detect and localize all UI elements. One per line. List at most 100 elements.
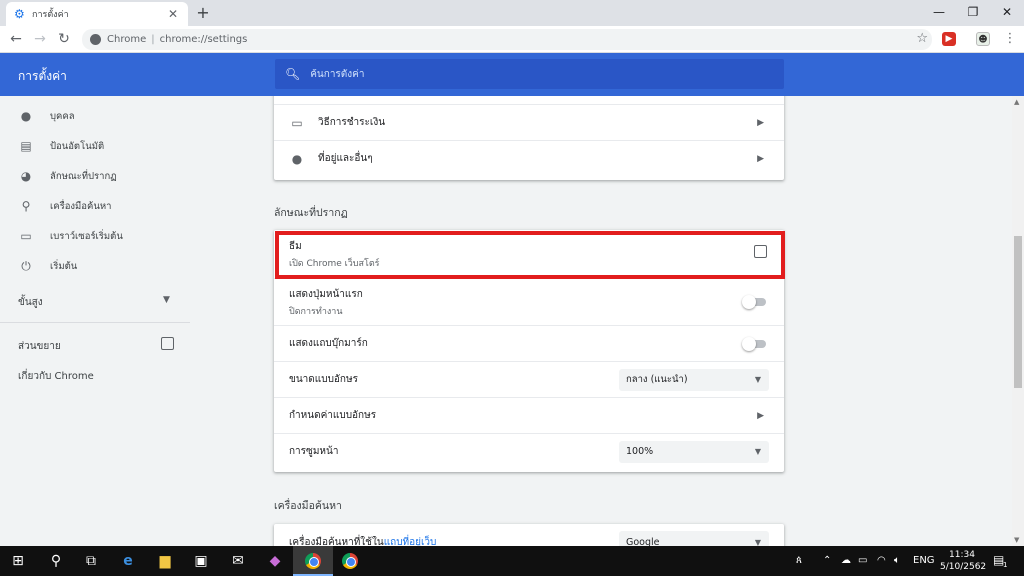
sidebar-about-chrome[interactable]: เกี่ยวกับ Chrome xyxy=(18,369,94,384)
search-input[interactable] xyxy=(310,68,751,80)
store-icon[interactable]: ▣ xyxy=(190,551,212,571)
chevron-right-icon: ▶ xyxy=(757,153,764,164)
extension-record-icon[interactable]: ▶ xyxy=(942,32,956,46)
sidebar-advanced[interactable]: ขั้นสูง xyxy=(18,295,43,310)
settings-main: ▭ วิธีการชำระเงิน ▶ ● ที่อยู่และอื่นๆ ▶ … xyxy=(190,96,1012,546)
credit-card-icon: ▭ xyxy=(291,115,303,130)
row-label: กำหนดค่าแบบอักษร xyxy=(289,410,377,421)
sidebar-item-search-engine[interactable]: ⚲ เครื่องมือค้นหา xyxy=(0,192,190,220)
browser-toolbar: ← → ↻ Chrome | chrome://settings ☆ ▶ ☻ ⋮ xyxy=(0,26,1024,53)
scroll-up-icon[interactable]: ▲ xyxy=(1014,98,1019,106)
browser-icon: ▭ xyxy=(20,229,32,243)
menu-dots-icon[interactable]: ⋮ xyxy=(1003,31,1017,46)
font-size-row: ขนาดแบบอักษร กลาง (แนะนำ) ▼ xyxy=(274,361,784,397)
clock[interactable]: 11:34 5/10/2562 xyxy=(940,549,987,573)
bookmarks-bar-row[interactable]: แสดงแถบบุ๊กมาร์ก xyxy=(274,325,784,361)
settings-search-box[interactable]: 🔍︎ xyxy=(275,59,784,89)
row-label-prefix: เครื่องมือค้นหาที่ใช้ใน xyxy=(289,536,384,547)
profile-avatar-icon[interactable]: ☻ xyxy=(976,32,990,46)
sidebar-extensions[interactable]: ส่วนขยาย xyxy=(18,339,61,354)
page-scrollbar[interactable]: ▲ ▼ xyxy=(1012,96,1024,546)
close-window-button[interactable]: ✕ xyxy=(990,0,1024,26)
tab-settings[interactable]: ⚙ การตั้งค่า ✕ xyxy=(6,2,188,26)
chrome-page-icon xyxy=(90,34,101,45)
select-value: กลาง (แนะนำ) xyxy=(626,374,688,385)
search-engine-section-title: เครื่องมือค้นหา xyxy=(274,500,342,512)
chrome-icon[interactable] xyxy=(342,553,358,569)
address-bar-link[interactable]: แถบที่อยู่เว็บ xyxy=(384,537,437,547)
customize-fonts-row[interactable]: กำหนดค่าแบบอักษร ▶ xyxy=(274,397,784,433)
appearance-section-title: ลักษณะที่ปรากฏ xyxy=(274,207,348,219)
sidebar-item-autofill[interactable]: ▤ ป้อนอัตโนมัติ xyxy=(0,132,190,160)
chevron-up-icon[interactable]: ⌃ xyxy=(823,555,831,566)
row-label: แสดงแถบบุ๊กมาร์ก xyxy=(289,338,368,349)
search-icon: ⚲ xyxy=(21,199,31,213)
volume-icon[interactable]: 🔈︎ xyxy=(894,555,900,566)
close-tab-icon[interactable]: ✕ xyxy=(166,7,180,21)
sidebar: ● บุคคล ▤ ป้อนอัตโนมัติ ◕ ลักษณะที่ปรากฏ… xyxy=(0,96,190,546)
page-zoom-select[interactable]: 100% ▼ xyxy=(619,440,769,463)
omnibox-separator: | xyxy=(151,34,155,45)
sidebar-item-appearance[interactable]: ◕ ลักษณะที่ปรากฏ xyxy=(0,162,190,190)
person-icon: ● xyxy=(20,109,32,123)
row-label: เครื่องมือค้นหาที่ใช้ในแถบที่อยู่เว็บ xyxy=(289,535,436,547)
sidebar-item-label: บุคคล xyxy=(50,110,75,122)
row-label: ที่อยู่และอื่นๆ xyxy=(318,153,373,164)
row-label: วิธีการชำระเงิน xyxy=(318,117,386,128)
paint-3d-icon[interactable]: ◆ xyxy=(264,551,286,571)
onedrive-icon[interactable]: ☁ xyxy=(841,555,851,566)
dropdown-arrow-icon: ▼ xyxy=(754,537,761,547)
home-button-toggle[interactable] xyxy=(742,295,766,309)
sidebar-item-label: เครื่องมือค้นหา xyxy=(50,200,112,212)
wifi-icon[interactable]: ◠ xyxy=(877,555,886,566)
task-view-icon[interactable]: ⧉ xyxy=(80,551,102,571)
sidebar-item-label: เริ่มต้น xyxy=(50,260,78,272)
windows-taskbar: ⊞ ⚲ ⧉ e ▆ ▣ ✉ ◆ ጰ ⌃ ☁ ▭ ◠ 🔈︎ ENG 11:34 5… xyxy=(0,546,1024,576)
sidebar-item-label: ลักษณะที่ปรากฏ xyxy=(50,170,117,182)
restore-button[interactable]: ❐ xyxy=(956,0,990,26)
bookmark-star-icon[interactable]: ☆ xyxy=(916,31,928,46)
font-size-select[interactable]: กลาง (แนะนำ) ▼ xyxy=(619,368,769,391)
address-bar[interactable]: Chrome | chrome://settings ☆ xyxy=(82,29,932,50)
tab-strip: ⚙ การตั้งค่า ✕ + — ❐ ✕ xyxy=(0,0,1024,26)
file-explorer-icon[interactable]: ▆ xyxy=(154,551,176,571)
dropdown-arrow-icon: ▼ xyxy=(754,375,761,384)
clock-date: 5/10/2562 xyxy=(940,562,987,572)
mail-icon[interactable]: ✉ xyxy=(227,551,249,571)
sidebar-item-people[interactable]: ● บุคคล xyxy=(0,102,190,130)
scrollbar-thumb[interactable] xyxy=(1014,236,1022,388)
chevron-right-icon: ▶ xyxy=(757,117,764,128)
home-button-row[interactable]: แสดงปุ่มหน้าแรก ปิดการทำงาน xyxy=(274,278,784,325)
windows-start-icon[interactable]: ⊞ xyxy=(7,551,29,571)
chevron-down-icon[interactable]: ▼ xyxy=(163,295,170,305)
autofill-card: ▭ วิธีการชำระเงิน ▶ ● ที่อยู่และอื่นๆ ▶ xyxy=(274,96,784,180)
search-icon[interactable]: ⚲ xyxy=(45,551,67,571)
language-indicator[interactable]: ENG xyxy=(913,555,935,566)
search-icon: 🔍︎ xyxy=(285,67,301,81)
scroll-down-icon[interactable]: ▼ xyxy=(1014,536,1019,544)
page-zoom-row: การซูมหน้า 100% ▼ xyxy=(274,433,784,469)
new-tab-button[interactable]: + xyxy=(194,3,212,23)
addresses-row[interactable]: ● ที่อยู่และอื่นๆ ▶ xyxy=(274,140,784,176)
sidebar-divider xyxy=(0,322,190,323)
sidebar-item-on-startup[interactable]: ⏻ เริ่มต้น xyxy=(0,252,190,280)
edge-icon[interactable]: e xyxy=(117,551,139,571)
bookmarks-bar-toggle[interactable] xyxy=(742,336,766,351)
clipboard-icon: ▤ xyxy=(20,139,32,153)
people-icon[interactable]: ጰ xyxy=(796,555,802,566)
search-engine-select[interactable]: Google ▼ xyxy=(619,531,769,546)
sidebar-item-default-browser[interactable]: ▭ เบราว์เซอร์เริ่มต้น xyxy=(0,222,190,250)
minimize-button[interactable]: — xyxy=(922,0,956,26)
reload-button[interactable]: ↻ xyxy=(54,30,74,50)
search-engine-card: เครื่องมือค้นหาที่ใช้ในแถบที่อยู่เว็บ Go… xyxy=(274,524,784,546)
notification-count: 1 xyxy=(1003,561,1008,569)
battery-icon[interactable]: ▭ xyxy=(858,555,867,566)
forward-button[interactable]: → xyxy=(30,30,50,50)
open-external-icon[interactable] xyxy=(161,337,174,350)
power-icon: ⏻ xyxy=(21,258,31,273)
row-sublabel: ปิดการทำงาน xyxy=(289,307,343,317)
back-button[interactable]: ← xyxy=(6,30,26,50)
clock-time: 11:34 xyxy=(949,550,975,560)
payment-methods-row[interactable]: ▭ วิธีการชำระเงิน ▶ xyxy=(274,104,784,140)
omnibox-url: chrome://settings xyxy=(159,34,248,45)
